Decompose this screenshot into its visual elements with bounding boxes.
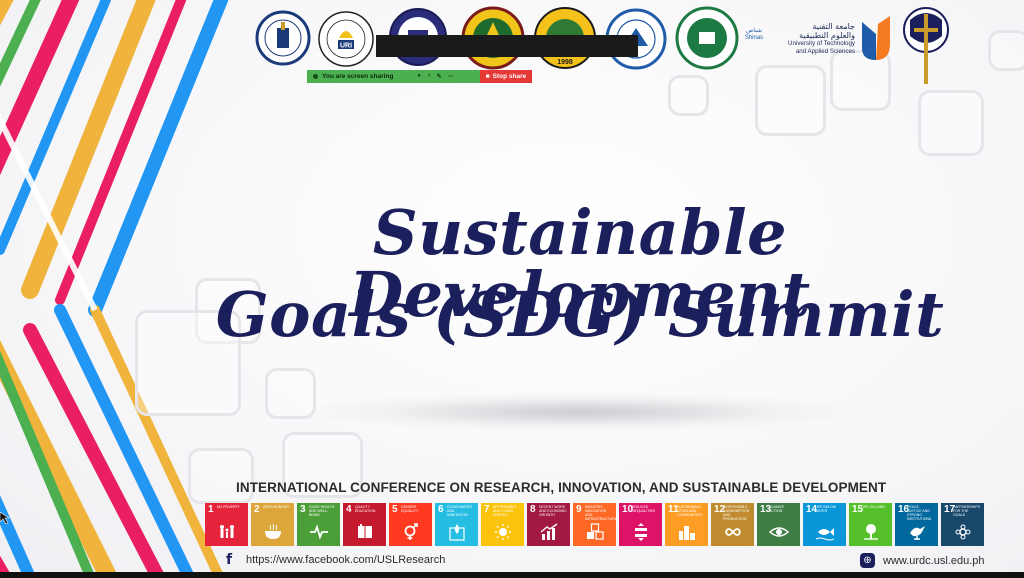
- sdg-tile-10: 10 Reduced inequalities: [619, 503, 662, 546]
- rings-icon: [955, 524, 971, 540]
- decorative-square: [188, 448, 254, 504]
- stop-share-button[interactable]: ■ Stop share: [480, 70, 532, 83]
- sdg-label: Clean water and sanitation: [447, 505, 472, 517]
- heartbeat-icon: [310, 524, 328, 540]
- pause-icon[interactable]: ◑: [427, 73, 431, 80]
- sun-icon: [495, 524, 511, 540]
- annotate-icon[interactable]: ✎: [437, 73, 442, 80]
- sdg-tile-1: 1 No poverty: [205, 503, 248, 546]
- sdg-tile-8: 8 Decent work and economic growth: [527, 503, 570, 546]
- stop-share-label: Stop share: [492, 73, 527, 80]
- utas-ar-line2: والعلوم التطبيقية: [799, 31, 855, 41]
- gender-icon: [404, 523, 418, 540]
- screen-share-bar: You are screen sharing ● ◑ ✎ ⋯ ■ Stop sh…: [307, 70, 532, 83]
- globe-icon: ⊕: [860, 553, 875, 568]
- people-icon: [220, 525, 234, 538]
- university-of-saint-louis-seal: [255, 10, 311, 66]
- utas-ar-line1: جامعة التقنية: [812, 22, 855, 31]
- sdg-tile-9: 9 Industry, innovation and infrastructure: [573, 503, 618, 546]
- sdg-label: Life below water: [815, 505, 837, 513]
- sdg-label: Affordable and clean energy: [493, 505, 517, 517]
- sdg-label: Zero hunger: [263, 505, 289, 509]
- redacted-block: [376, 35, 638, 57]
- eye-icon: [769, 527, 789, 537]
- cross-seal: [903, 7, 949, 84]
- utas-en-line1: University of Technology: [788, 40, 855, 48]
- mouse-cursor-icon: [0, 512, 10, 524]
- share-status-label: You are screen sharing: [322, 73, 394, 80]
- tree-icon: [864, 524, 878, 540]
- sharing-indicator-icon: [313, 74, 318, 79]
- mic-icon[interactable]: ●: [417, 73, 421, 80]
- sdg-tile-13: 13 Climate action: [757, 503, 800, 546]
- sdg-label: Gender equality: [401, 505, 419, 513]
- sdg-label: Climate action: [769, 505, 784, 513]
- sdg-tile-6: 6 Clean water and sanitation: [435, 503, 478, 546]
- more-icon[interactable]: ⋯: [448, 73, 454, 80]
- sdg-label: Responsible consumption and production: [723, 505, 750, 521]
- sdg-tile-4: 4 Quality education: [343, 503, 386, 546]
- decorative-square: [668, 75, 709, 116]
- utas-en-line2: and Applied Sciences: [795, 47, 855, 55]
- facebook-icon: f: [226, 552, 233, 568]
- sdg-tile-5: 5 Gender equality: [389, 503, 432, 546]
- sdg-tile-3: 3 Good health and well-being: [297, 503, 340, 546]
- conference-name: INTERNATIONAL CONFERENCE ON RESEARCH, IN…: [236, 480, 887, 495]
- bottom-bar: [0, 572, 1024, 578]
- book-icon: [358, 524, 372, 538]
- dove-icon: [910, 526, 925, 540]
- website-url[interactable]: www.urdc.usl.edu.ph: [883, 555, 985, 567]
- share-status: You are screen sharing ● ◑ ✎ ⋯: [307, 70, 480, 83]
- water-drop-icon: [449, 524, 465, 541]
- decorative-square: [918, 90, 984, 156]
- growth-chart-icon: [540, 523, 558, 540]
- utas-logo: شناص Shinas جامعة التقنية والعلوم التطبي…: [743, 16, 890, 66]
- infinity-icon: [725, 528, 741, 536]
- green-university-seal: [675, 6, 739, 70]
- svg-text:1998: 1998: [557, 59, 573, 66]
- sdg-label: No poverty: [217, 505, 240, 509]
- sdg-label: Industry, innovation and infrastructure: [585, 505, 618, 521]
- equals-icon: [635, 523, 647, 541]
- svg-text:URI: URI: [340, 43, 352, 50]
- title-line-2: Goals (SDG) Summit: [215, 278, 945, 351]
- research-and-innovation-seal: URI: [318, 11, 374, 67]
- sdg-label: Reduced inequalities: [631, 505, 656, 513]
- sdg-label: Sustainable cities and communities: [677, 505, 702, 517]
- footer-facebook: f https://www.facebook.com/USLResearch: [226, 553, 445, 567]
- cubes-icon: [587, 523, 604, 540]
- title-shadow: [300, 392, 860, 432]
- sdg-label: Quality education: [355, 505, 376, 513]
- facebook-url[interactable]: https://www.facebook.com/USLResearch: [246, 554, 445, 566]
- slide: URI 1998 شناص Shinas جامعة التقنية والعل…: [0, 0, 1024, 578]
- city-icon: [679, 526, 695, 540]
- utas-mark-icon: [862, 16, 890, 60]
- sdg-label: Good health and well-being: [309, 505, 335, 517]
- sdg-label: Partnerships for the goals: [953, 505, 980, 517]
- sdg-tile-2: 2 Zero hunger: [251, 503, 294, 546]
- share-controls: ● ◑ ✎ ⋯: [417, 73, 453, 80]
- sdg-tile-16: 16 Peace, justice and strong institutions: [895, 503, 938, 546]
- sdg-tile-12: 12 Responsible consumption and production: [711, 503, 754, 546]
- sdg-tile-7: 7 Affordable and clean energy: [481, 503, 524, 546]
- sdg-label: Peace, justice and strong institutions: [907, 505, 932, 521]
- footer-website: ⊕ www.urdc.usl.edu.ph: [860, 553, 985, 568]
- sdg-label: Life on land: [861, 505, 885, 509]
- sdg-goals-row: 1 No poverty 2 Zero hunger 3 Good health and …: [205, 503, 984, 546]
- utas-small-ar: شناص: [746, 28, 762, 34]
- bowl-icon: [265, 523, 281, 539]
- stop-icon: ■: [485, 73, 490, 80]
- fish-icon: [815, 528, 835, 541]
- sdg-tile-15: 15 Life on land: [849, 503, 892, 546]
- decorative-square: [988, 30, 1024, 71]
- sdg-tile-14: 14 Life below water: [803, 503, 846, 546]
- sdg-label: Decent work and economic growth: [539, 505, 567, 517]
- sdg-tile-17: 17 Partnerships for the goals: [941, 503, 984, 546]
- utas-small-en: Shinas: [744, 35, 764, 42]
- sdg-tile-11: 11 Sustainable cities and communities: [665, 503, 708, 546]
